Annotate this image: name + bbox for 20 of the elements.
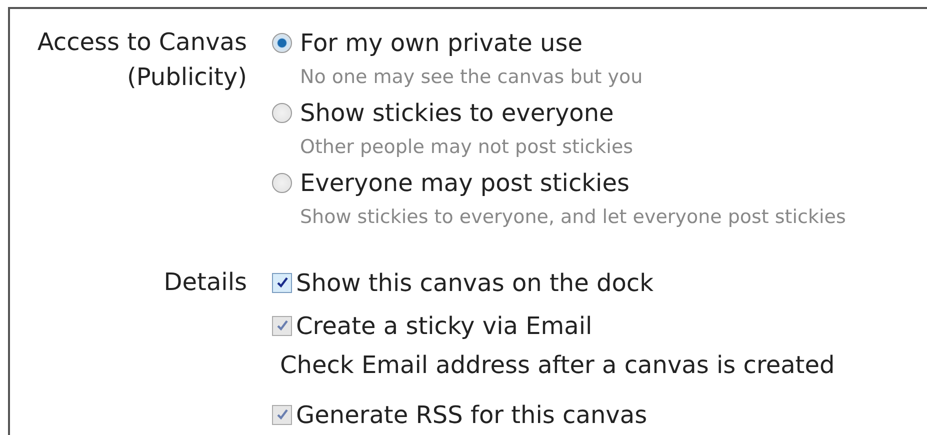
option-description: Other people may not post stickies <box>300 135 634 160</box>
option-label: Show stickies to everyone <box>300 98 614 126</box>
option-description: Show stickies to everyone, and let everyone post stickies <box>300 205 846 230</box>
checkmark-icon <box>276 276 288 289</box>
checkmark-icon <box>276 319 288 332</box>
checkbox-label: Generate RSS for this canvas <box>296 400 648 428</box>
checkbox-label: Show this canvas on the dock <box>296 268 654 296</box>
checkbox[interactable] <box>272 272 292 292</box>
field-label: Details <box>164 267 247 298</box>
radio-button[interactable] <box>272 172 292 192</box>
field-label: (Publicity) <box>126 62 247 93</box>
option-label: For my own private use <box>300 28 582 56</box>
checkmark-icon <box>276 408 288 421</box>
field-label: Access to Canvas <box>37 27 247 58</box>
radio-button[interactable] <box>272 102 292 122</box>
radio-button[interactable] <box>272 32 292 52</box>
note-text: Check Email address after a canvas is created <box>280 350 835 381</box>
checkbox-label: Create a sticky via Email <box>296 312 592 340</box>
option-label: Everyone may post stickies <box>300 168 630 196</box>
option-description: No one may see the canvas but you <box>300 65 643 90</box>
